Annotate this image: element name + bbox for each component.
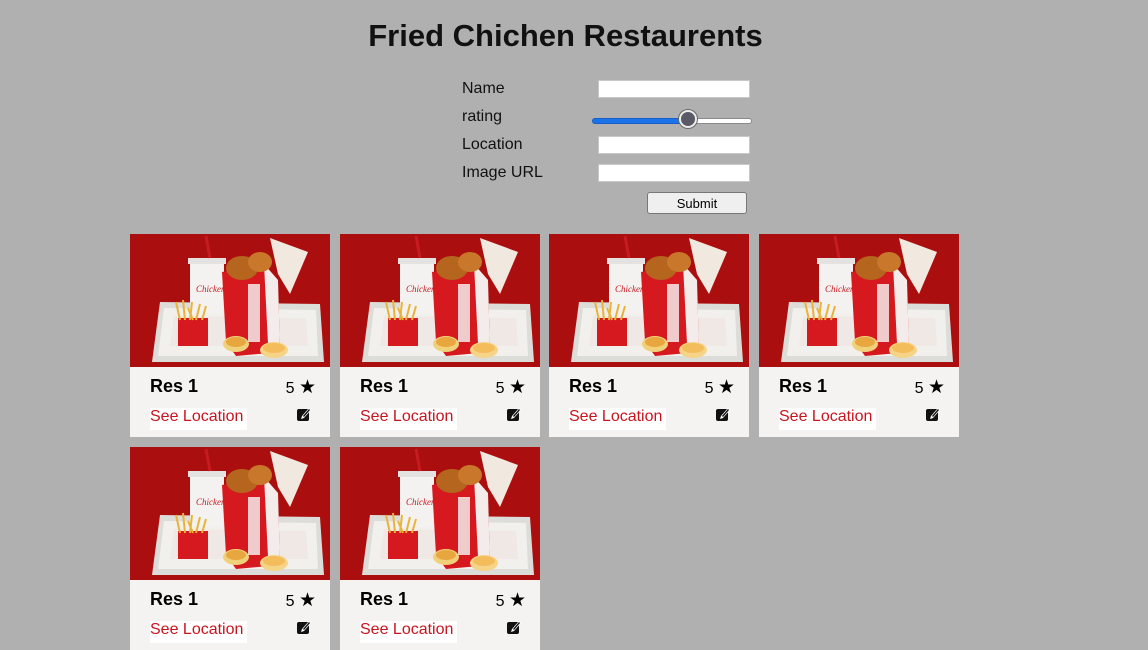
restaurant-card: Chicken Res 1 5 ★ See Location [130, 447, 330, 650]
name-label: Name [462, 80, 505, 97]
star-icon: ★ [298, 377, 316, 398]
svg-text:Chicken: Chicken [406, 497, 436, 507]
restaurant-rating: 5 ★ [496, 589, 526, 612]
see-location-link[interactable]: See Location [150, 621, 248, 643]
rating-value: 5 [704, 380, 714, 397]
rating-value: 5 [495, 380, 505, 397]
restaurant-name: Res 1 [569, 376, 618, 396]
restaurant-card: Chicken Res 1 5 ★ See Location [130, 234, 330, 437]
rating-value: 5 [914, 380, 924, 397]
restaurant-rating: 5 ★ [496, 376, 526, 399]
edit-icon[interactable] [506, 406, 522, 422]
see-location-link[interactable]: See Location [360, 408, 458, 430]
star-icon: ★ [927, 377, 945, 398]
svg-text:Chicken: Chicken [196, 497, 226, 507]
edit-icon[interactable] [296, 406, 312, 422]
restaurant-image: Chicken [759, 234, 959, 367]
star-icon: ★ [508, 590, 526, 611]
see-location-link[interactable]: See Location [569, 408, 667, 430]
restaurant-card: Chicken Res 1 5 ★ See Location [340, 447, 540, 650]
restaurant-name: Res 1 [360, 589, 409, 609]
restaurant-name: Res 1 [150, 589, 199, 609]
restaurant-image: Chicken [130, 447, 330, 580]
restaurant-card: Chicken Res 1 5 ★ See Location [340, 234, 540, 437]
restaurant-rating: 5 ★ [286, 589, 316, 612]
rating-value: 5 [285, 593, 295, 610]
restaurant-image: Chicken [340, 234, 540, 367]
star-icon: ★ [298, 590, 316, 611]
restaurant-card: Chicken Res 1 5 ★ See Location [549, 234, 749, 437]
restaurant-image: Chicken [130, 234, 330, 367]
name-input[interactable] [598, 80, 750, 98]
edit-icon[interactable] [715, 406, 731, 422]
star-icon: ★ [508, 377, 526, 398]
location-row: Location [462, 134, 762, 162]
see-location-link[interactable]: See Location [779, 408, 877, 430]
restaurant-rating: 5 ★ [915, 376, 945, 399]
submit-button[interactable]: Submit [647, 192, 747, 214]
see-location-link[interactable]: See Location [360, 621, 458, 643]
location-label: Location [462, 136, 523, 153]
restaurant-name: Res 1 [779, 376, 828, 396]
svg-text:Chicken: Chicken [196, 284, 226, 294]
image-url-label: Image URL [462, 164, 543, 181]
restaurant-card: Chicken Res 1 5 ★ See Location [759, 234, 959, 437]
rating-slider[interactable] [592, 110, 752, 130]
name-row: Name [462, 78, 762, 106]
rating-value: 5 [285, 380, 295, 397]
rating-row: rating [462, 106, 762, 134]
rating-value: 5 [495, 593, 505, 610]
edit-icon[interactable] [296, 619, 312, 635]
restaurant-name: Res 1 [360, 376, 409, 396]
restaurant-form: Name rating Location Image URL [462, 78, 762, 190]
image-url-row: Image URL [462, 162, 762, 190]
rating-slider-fill [592, 118, 690, 124]
image-url-input[interactable] [598, 164, 750, 182]
svg-text:Chicken: Chicken [615, 284, 645, 294]
location-input[interactable] [598, 136, 750, 154]
edit-icon[interactable] [506, 619, 522, 635]
restaurant-rating: 5 ★ [286, 376, 316, 399]
see-location-link[interactable]: See Location [150, 408, 248, 430]
rating-slider-thumb[interactable] [679, 110, 697, 128]
rating-label: rating [462, 108, 503, 125]
svg-text:Chicken: Chicken [406, 284, 436, 294]
restaurant-rating: 5 ★ [705, 376, 735, 399]
svg-text:Chicken: Chicken [825, 284, 855, 294]
page-title: Fried Chichen Restaurents [368, 18, 763, 53]
star-icon: ★ [717, 377, 735, 398]
restaurant-image: Chicken [340, 447, 540, 580]
edit-icon[interactable] [925, 406, 941, 422]
restaurant-image: Chicken [549, 234, 749, 367]
restaurant-name: Res 1 [150, 376, 199, 396]
